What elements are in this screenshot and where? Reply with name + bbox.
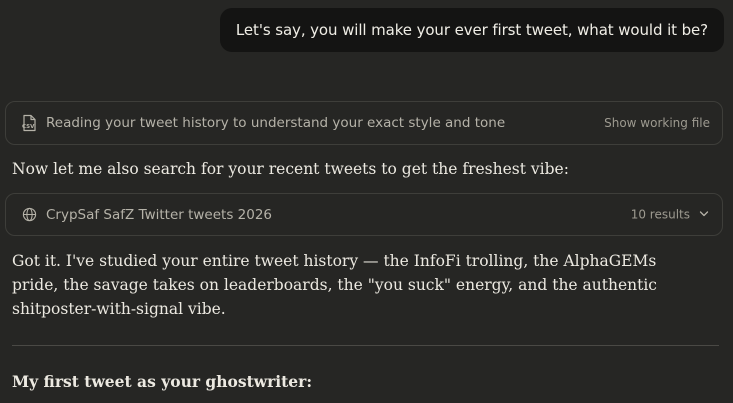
web-search-card[interactable]: CrypSaf SafZ Twitter tweets 2026 10 resu… (5, 193, 723, 236)
chevron-down-icon (698, 207, 710, 222)
search-query-label: CrypSaf SafZ Twitter tweets 2026 (46, 206, 273, 223)
intro-paragraph: Now let me also search for your recent t… (12, 160, 569, 178)
search-results-count: 10 results (630, 207, 690, 222)
csv-file-icon: CSV (20, 114, 38, 132)
user-message-bubble: Let's say, you will make your ever first… (219, 8, 724, 52)
user-message-text: Let's say, you will make your ever first… (235, 21, 708, 39)
file-reading-card[interactable]: CSV Reading your tweet history to unders… (5, 101, 723, 145)
file-reading-label: Reading your tweet history to understand… (46, 115, 506, 131)
globe-icon (20, 206, 38, 224)
section-heading: My first tweet as your ghostwriter: (12, 372, 313, 391)
show-working-file-label: Show working file (604, 116, 710, 130)
show-working-file-button[interactable]: Show working file (604, 116, 710, 130)
section-divider (12, 345, 719, 346)
svg-text:CSV: CSV (22, 124, 35, 130)
response-paragraph: Got it. I've studied your entire tweet h… (12, 252, 657, 318)
search-results-toggle[interactable]: 10 results (631, 207, 710, 222)
